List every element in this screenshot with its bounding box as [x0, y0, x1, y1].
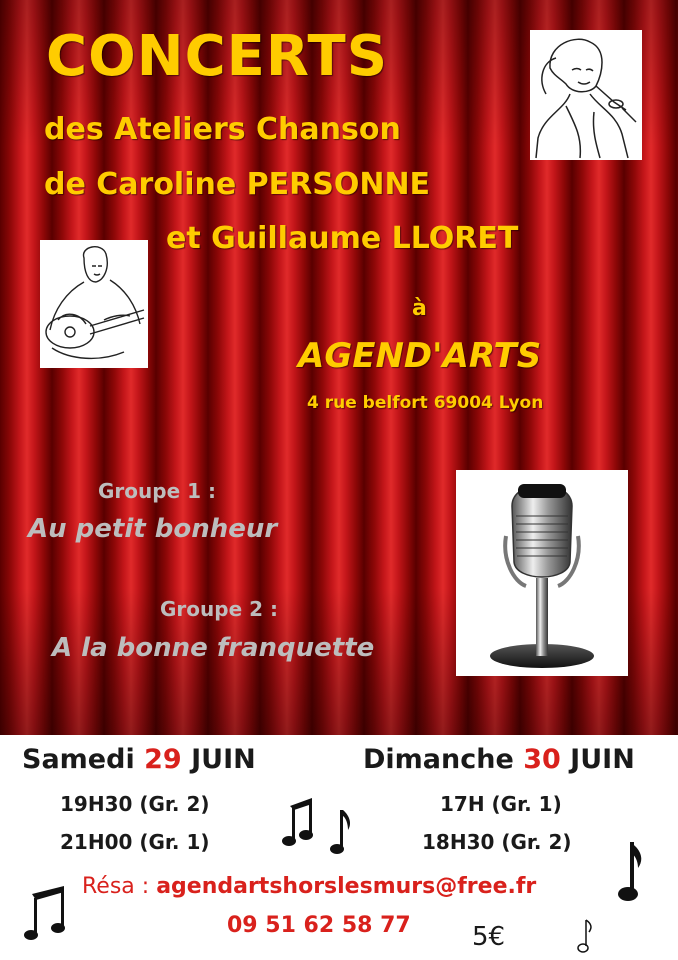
guitarist-drawing — [40, 240, 148, 368]
booking-phone[interactable]: 09 51 62 58 77 — [227, 913, 411, 938]
subtitle-line-2: de Caroline PERSONNE — [44, 167, 431, 202]
vintage-microphone-icon — [456, 470, 628, 676]
group-2-label: Groupe 2 : — [160, 597, 278, 621]
saturday-date: Samedi 29 JUIN — [22, 744, 256, 775]
sunday-time-1: 17H (Gr. 1) — [440, 792, 562, 816]
subtitle-line-1: des Ateliers Chanson — [44, 112, 401, 147]
group-2-name: A la bonne franquette — [52, 633, 375, 663]
group-1-name: Au petit bonheur — [28, 514, 278, 544]
music-note-icon — [282, 798, 351, 854]
concert-poster: CONCERTS des Ateliers Chanson de Carolin… — [0, 0, 678, 960]
saturday-time-2: 21H00 (Gr. 1) — [60, 830, 210, 854]
sunday-date: Dimanche 30 JUIN — [363, 744, 635, 775]
ticket-price: 5€ — [472, 922, 506, 952]
saturday-time-1: 19H30 (Gr. 2) — [60, 792, 210, 816]
booking-label: Résa : — [82, 874, 157, 899]
music-note-icon — [618, 842, 642, 901]
poster-title: CONCERTS — [46, 24, 389, 89]
sunday-time-2: 18H30 (Gr. 2) — [422, 830, 572, 854]
group-1-label: Groupe 1 : — [98, 479, 216, 503]
music-note-icon — [577, 919, 592, 953]
venue-address: 4 rue belfort 69004 Lyon — [307, 393, 544, 413]
booking-email[interactable]: agendartshorslesmurs@free.fr — [156, 874, 536, 899]
music-note-icon — [24, 886, 65, 940]
booking-line: Résa : agendartshorslesmurs@free.fr — [82, 874, 536, 899]
venue-preposition: à — [412, 296, 427, 321]
venue-name: AGEND'ARTS — [298, 336, 542, 376]
subtitle-line-3: et Guillaume LLORET — [166, 221, 519, 256]
singer-drawing — [530, 30, 642, 160]
